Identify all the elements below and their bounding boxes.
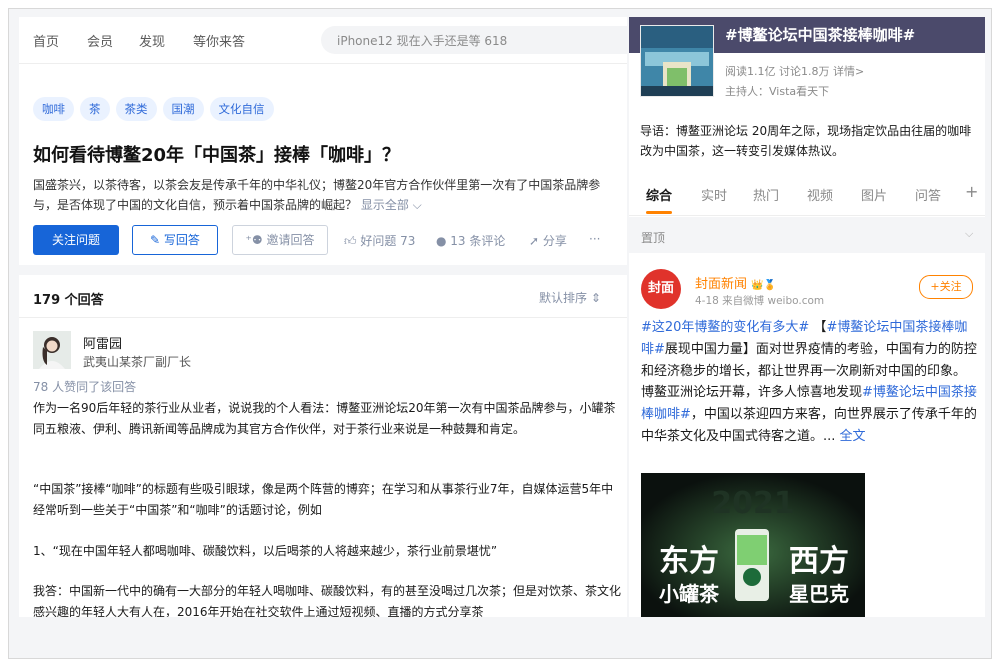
answer-paragraph-1: 作为一名90后年轻的茶行业从业者，说说我的个人看法：博鳌亚洲论坛20年第一次有中… [33,401,616,436]
invite-answer-label: 邀请回答 [266,233,315,247]
question-description: 国盛茶兴，以茶待客，以茶会友是传承千年的中华礼仪；博鳌20年官方合作伙伴里第一次… [33,175,623,215]
post-text-part-1: 【 [809,320,827,335]
topic-guide: 导语：博鳌亚洲论坛 20周年之际，现场指定饮品由往届的咖啡改为中国茶，这一转变引… [640,124,972,158]
answer-paragraph-2: “中国茶”接棒“咖啡”的标题有些吸引眼球，像是两个阵营的博弈；在学习和从事茶行业… [33,482,614,517]
image-text-west: 西方 [789,544,849,579]
question-tags: 咖啡茶茶类 国潮 文化自信 [33,97,280,123]
active-tab-indicator [646,211,672,214]
tag-guochao[interactable]: 国潮 [162,97,204,121]
publisher-name-text: 封面新闻 [695,277,748,292]
topic-stats[interactable]: 阅读1.1亿 讨论1.8万 详情> [725,63,864,79]
image-sub-right: 星巴克 [789,582,849,606]
zhihu-question-panel: 首页 会员 发现 等你来答 咖啡茶茶类国潮文化自信 如何看待博鳌20年「中国茶」… [19,17,627,617]
author-bio: 武夷山某茶厂副厂长 [83,355,192,369]
question-actions: 关注问题 ✎ 写回答 ⁺⚉ 邀请回答 👍︎ 好问题 73 ● 13 条评论 ➚ … [33,225,627,255]
post-image[interactable]: 2021 东方 西方 小罐茶 星巴克 [641,473,865,617]
question-title: 如何看待博鳌20年「中国茶」接棒「咖啡」？ [33,145,401,166]
answer-paragraph-4: 我答：中国新一代中的确有一大部分的年轻人喝咖啡、碳酸饮料，有的甚至没喝过几次茶；… [33,584,622,617]
good-question-button[interactable]: 👍︎ 好问题 73 [344,232,415,249]
tab-qa[interactable]: 问答 [915,185,941,204]
nav-home[interactable]: 首页 [33,31,59,50]
add-tab-icon[interactable]: + [965,182,978,201]
comments-label: 13 条评论 [450,234,506,248]
share-label: 分享 [542,234,567,248]
nav-discover[interactable]: 发现 [139,31,165,50]
topic-header: #博鳌论坛中国茶接棒咖啡# 阅读1.1亿 讨论1.8万 详情> 主持人：Vist… [629,17,985,125]
publisher-name[interactable]: 封面新闻 👑🏅 [695,273,776,292]
topic-title: #博鳌论坛中国茶接棒咖啡# [725,26,916,44]
answer-votes: 78 人赞同了该回答 [33,380,137,394]
verified-badges-icon: 👑🏅 [751,280,777,291]
person-avatar-icon [33,331,71,369]
tab-hot[interactable]: 热门 [753,185,779,204]
full-text-link[interactable]: 全文 [840,429,866,444]
tag-tea-types[interactable]: 茶类 [115,97,157,121]
tab-pictures[interactable]: 图片 [861,185,887,204]
answer-header-separator [19,317,627,318]
weibo-topic-panel: #博鳌论坛中国茶接棒咖啡# 阅读1.1亿 讨论1.8万 详情> 主持人：Vist… [629,17,985,617]
post-meta: 4-18 来自微博 weibo.com [695,295,825,307]
topic-tabs: 综合 实时 热门 视频 图片 问答 + [629,171,985,216]
answer-count: 179 个回答 [33,293,104,308]
image-text-east: 东方 [659,544,719,579]
pencil-icon: ✎ [150,233,164,247]
sort-chevron-icon: ⇕ [590,291,601,305]
pinned-label: 置顶 [641,231,666,245]
tea-vs-coffee-image: 2021 东方 西方 小罐茶 星巴克 [641,473,865,617]
more-options-button[interactable]: ··· [589,232,600,246]
section-divider [19,265,627,275]
follow-button[interactable]: +关注 [919,275,973,299]
image-year: 2021 [711,486,795,521]
screenshot-frame: 首页 会员 发现 等你来答 咖啡茶茶类国潮文化自信 如何看待博鳌20年「中国茶」… [8,8,992,659]
comment-bubble-icon: ● [436,234,451,248]
write-answer-button[interactable]: ✎ 写回答 [132,225,218,255]
show-all-link[interactable]: 显示全部 ⌵ [361,198,422,212]
search-box [321,26,627,54]
invite-user-icon: ⁺⚉ [245,233,267,247]
tag-cultural-confidence[interactable]: 文化自信 [209,97,274,121]
post-text-part-3: ，中国以茶迎四方来客，向世界展示了传承千年的中华茶文化及中国式待客之道。... [641,407,977,444]
thumbs-up-icon: 👍︎ [344,234,361,248]
share-button[interactable]: ➚ 分享 [529,232,567,249]
tab-video[interactable]: 视频 [807,185,833,204]
comments-button[interactable]: ● 13 条评论 [436,232,505,249]
topic-host: 主持人：Vista看天下 [725,85,830,98]
question-desc-text: 国盛茶兴，以茶待客，以茶会友是传承千年的中华礼仪；博鳌20年官方合作伙伴里第一次… [33,178,601,212]
share-arrow-icon: ➚ [529,234,543,248]
tag-tea[interactable]: 茶 [80,97,110,121]
follow-question-button[interactable]: 关注问题 [33,225,119,255]
sort-dropdown[interactable]: 默认排序 ⇕ [539,289,601,306]
search-input[interactable] [335,30,619,52]
invite-answer-button[interactable]: ⁺⚉ 邀请回答 [232,225,328,255]
image-sub-left: 小罐茶 [659,582,720,606]
answer-paragraph-3: 1、“现在中国年轻人都喝咖啡、碳酸饮料，以后喝茶的人将越来越少，茶行业前景堪忧” [33,544,498,558]
forum-stage-image [641,26,713,96]
tab-comprehensive[interactable]: 综合 [646,185,672,204]
top-nav: 首页 会员 发现 等你来答 [19,17,627,64]
sort-label: 默认排序 [539,291,588,305]
topic-cover-image [640,25,714,97]
author-name[interactable]: 阿雷园 [83,333,122,352]
tab-realtime[interactable]: 实时 [701,185,727,204]
author-avatar[interactable] [33,331,71,369]
write-answer-label: 写回答 [163,233,200,247]
chevron-down-icon: ⌵ [965,227,974,240]
post-text: #这20年博鳌的变化有多大# 【#博鳌论坛中国茶接棒咖啡#展现中国力量】面对世界… [641,317,977,448]
good-question-label: 好问题 73 [360,234,416,248]
tag-coffee[interactable]: 咖啡 [33,97,74,121]
pinned-row[interactable]: 置顶 ⌵ [629,217,985,253]
hashtag-link-1[interactable]: #这20年博鳌的变化有多大# [641,320,809,335]
nav-waiting-answers[interactable]: 等你来答 [193,31,245,50]
nav-membership[interactable]: 会员 [87,31,113,50]
publisher-avatar[interactable]: 封面 [641,269,681,309]
